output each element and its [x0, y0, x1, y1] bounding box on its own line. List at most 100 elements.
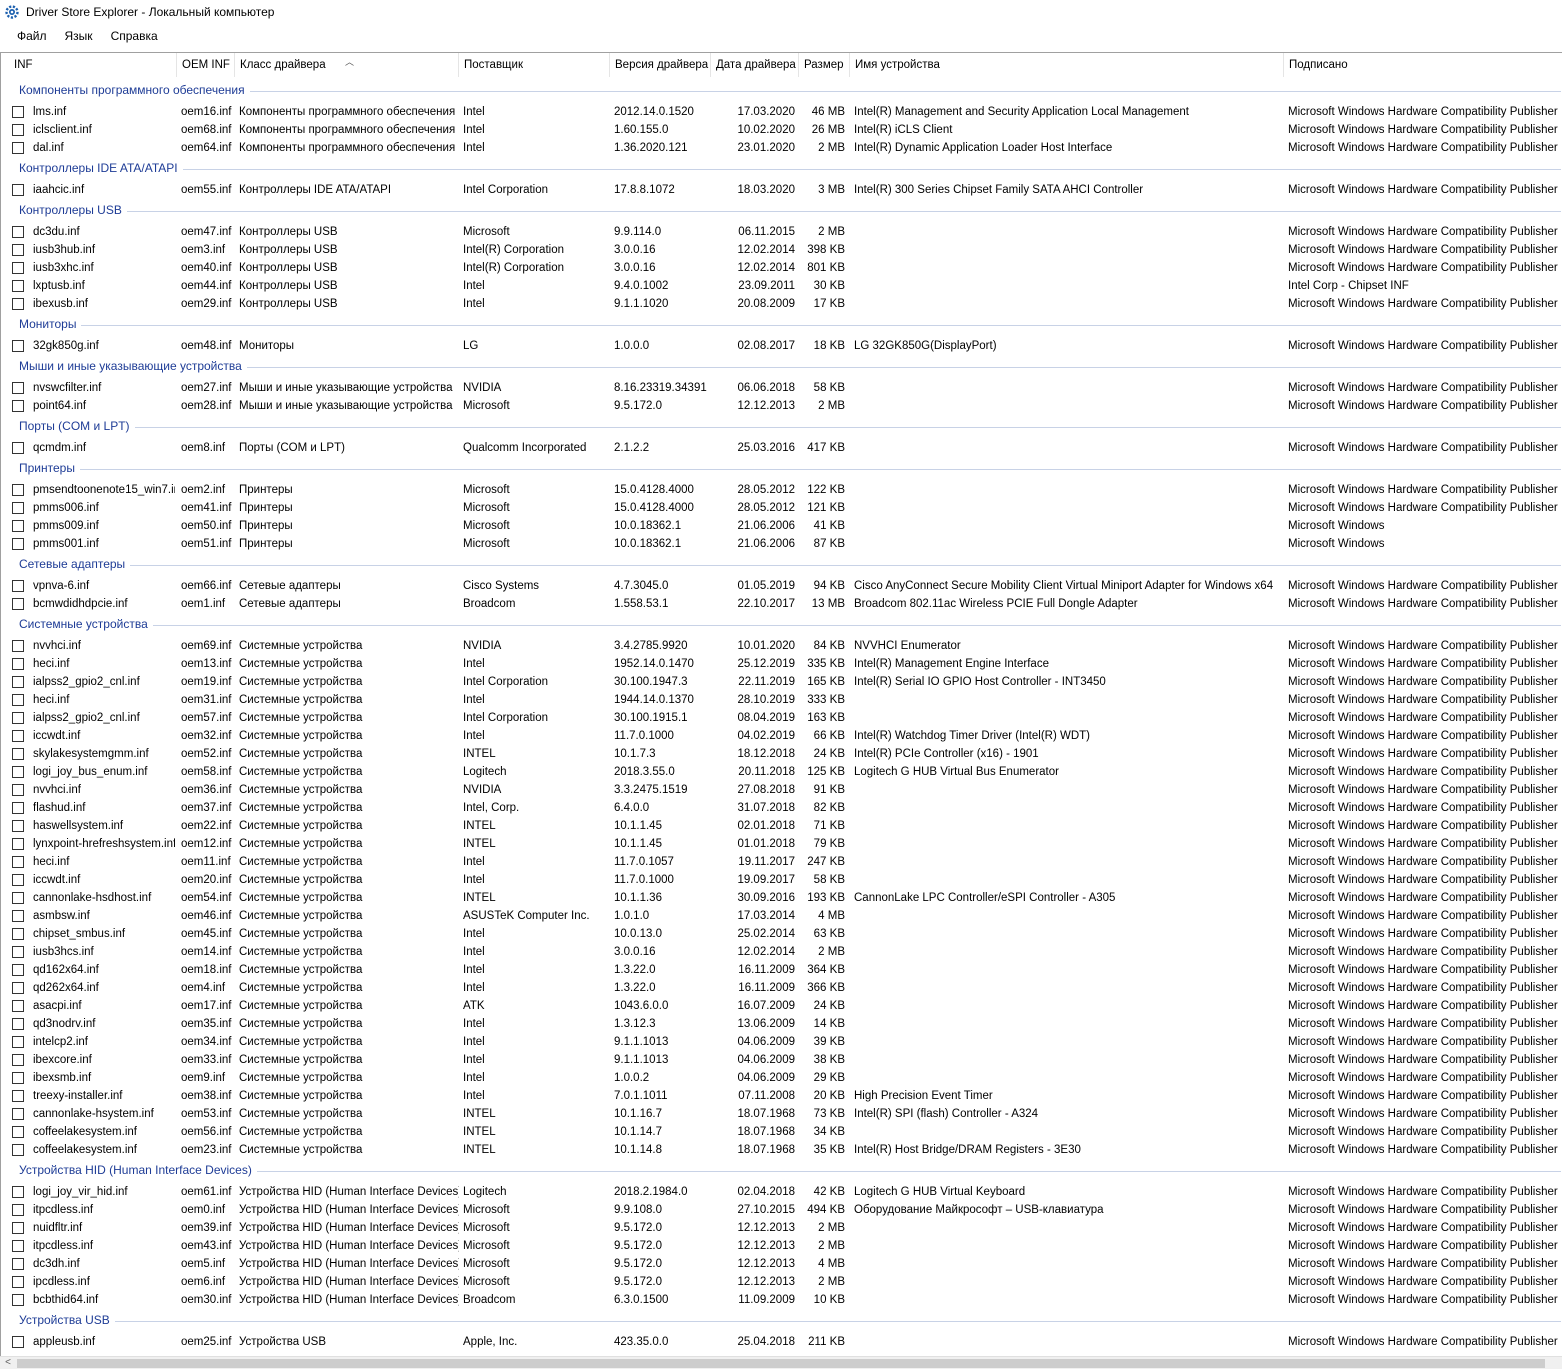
row-checkbox[interactable]	[12, 1222, 24, 1234]
row-checkbox[interactable]	[12, 1294, 24, 1306]
row-checkbox[interactable]	[12, 1072, 24, 1084]
row-checkbox[interactable]	[12, 382, 24, 394]
row-checkbox[interactable]	[12, 766, 24, 778]
row-checkbox[interactable]	[12, 838, 24, 850]
row-checkbox[interactable]	[12, 1186, 24, 1198]
table-row[interactable]: flashud.inf oem37.inf Системные устройства…	[1, 799, 1562, 817]
table-row[interactable]: bcbthid64.inf oem30.inf Устройства HID (Hu…	[1, 1291, 1562, 1309]
table-row[interactable]: chipset_smbus.inf oem45.inf Системные устр…	[1, 925, 1562, 943]
table-row[interactable]: nuidfltr.inf oem39.inf Устройства HID (Hum…	[1, 1219, 1562, 1237]
column-header-date[interactable]: Дата драйвера	[711, 53, 799, 77]
table-row[interactable]: cannonlake-hsystem.inf oem53.inf Системные…	[1, 1105, 1562, 1123]
table-row[interactable]: lms.inf oem16.inf Компоненты программного …	[1, 103, 1562, 121]
row-checkbox[interactable]	[12, 520, 24, 532]
table-row[interactable]: ibexsmb.inf oem9.inf Системные устройства I…	[1, 1069, 1562, 1087]
group-header[interactable]: Мониторы	[1, 313, 1562, 337]
group-header[interactable]: Мыши и иные указывающие устройства	[1, 355, 1562, 379]
group-header[interactable]: Системные устройства	[1, 613, 1562, 637]
table-row[interactable]: dc3dh.inf oem5.inf Устройства HID (Human I…	[1, 1255, 1562, 1273]
table-row[interactable]: ibexusb.inf oem29.inf Контроллеры USB Intel…	[1, 295, 1562, 313]
row-checkbox[interactable]	[12, 184, 24, 196]
group-header[interactable]: Компоненты программного обеспечения	[1, 79, 1562, 103]
row-checkbox[interactable]	[12, 442, 24, 454]
table-row[interactable]: haswellsystem.inf oem22.inf Системные устр…	[1, 817, 1562, 835]
table-row[interactable]: itpcdless.inf oem0.inf Устройства HID (Hum…	[1, 1201, 1562, 1219]
table-row[interactable]: ibexcore.inf oem33.inf Системные устройств…	[1, 1051, 1562, 1069]
row-checkbox[interactable]	[12, 1240, 24, 1252]
table-row[interactable]: lxptusb.inf oem44.inf Контроллеры USB Intel…	[1, 277, 1562, 295]
row-checkbox[interactable]	[12, 244, 24, 256]
column-header-provider[interactable]: Поставщик	[459, 53, 610, 77]
table-row[interactable]: ipcdless.inf oem6.inf Устройства HID (Huma…	[1, 1273, 1562, 1291]
row-checkbox[interactable]	[12, 982, 24, 994]
table-row[interactable]: heci.inf oem11.inf Системные устройства Int…	[1, 853, 1562, 871]
row-checkbox[interactable]	[12, 748, 24, 760]
group-header[interactable]: Контроллеры IDE ATA/ATAPI	[1, 157, 1562, 181]
table-row[interactable]: intelcp2.inf oem34.inf Системные устройств…	[1, 1033, 1562, 1051]
row-checkbox[interactable]	[12, 1090, 24, 1102]
column-header-inf[interactable]: INF	[9, 53, 177, 77]
group-header[interactable]: Сетевые адаптеры	[1, 553, 1562, 577]
row-checkbox[interactable]	[12, 280, 24, 292]
table-row[interactable]: nvvhci.inf oem69.inf Системные устройства N…	[1, 637, 1562, 655]
table-row[interactable]: pmsendtoonenote15_win7.inf oem2.inf Принте…	[1, 481, 1562, 499]
table-row[interactable]: nvswcfilter.inf oem27.inf Мыши и иные указ…	[1, 379, 1562, 397]
menu-language[interactable]: Язык	[56, 29, 102, 43]
table-row[interactable]: lynxpoint-hrefreshsystem.inf oem12.inf Сис…	[1, 835, 1562, 853]
column-header-version[interactable]: Версия драйвера	[610, 53, 711, 77]
row-checkbox[interactable]	[12, 1108, 24, 1120]
driver-list[interactable]: INF OEM INF Класс драйвера Поставщик Вер…	[0, 52, 1562, 1356]
group-header[interactable]: Принтеры	[1, 457, 1562, 481]
column-header-signer[interactable]: Подписано	[1284, 53, 1562, 77]
row-checkbox[interactable]	[12, 1126, 24, 1138]
row-checkbox[interactable]	[12, 106, 24, 118]
table-row[interactable]: iusb3hub.inf oem3.inf Контроллеры USB Intel…	[1, 241, 1562, 259]
table-row[interactable]: dc3du.inf oem47.inf Контроллеры USB Microso…	[1, 223, 1562, 241]
row-checkbox[interactable]	[12, 964, 24, 976]
table-row[interactable]: iaahcic.inf oem55.inf Контроллеры IDE ATA/…	[1, 181, 1562, 199]
table-row[interactable]: heci.inf oem13.inf Системные устройства Int…	[1, 655, 1562, 673]
table-row[interactable]: iusb3hcs.inf oem14.inf Системные устройств…	[1, 943, 1562, 961]
table-row[interactable]: iccwdt.inf oem32.inf Системные устройства I…	[1, 727, 1562, 745]
row-checkbox[interactable]	[12, 784, 24, 796]
row-checkbox[interactable]	[12, 820, 24, 832]
row-checkbox[interactable]	[12, 892, 24, 904]
row-checkbox[interactable]	[12, 694, 24, 706]
table-row[interactable]: iclsclient.inf oem68.inf Компоненты програ…	[1, 121, 1562, 139]
table-row[interactable]: point64.inf oem28.inf Мыши и иные указываю…	[1, 397, 1562, 415]
column-header-oem-inf[interactable]: OEM INF	[177, 53, 235, 77]
row-checkbox[interactable]	[12, 730, 24, 742]
table-row[interactable]: pmms001.inf oem51.inf Принтеры Microsoft 10.…	[1, 535, 1562, 553]
row-checkbox[interactable]	[12, 580, 24, 592]
row-checkbox[interactable]	[12, 598, 24, 610]
row-checkbox[interactable]	[12, 538, 24, 550]
row-checkbox[interactable]	[12, 658, 24, 670]
row-checkbox[interactable]	[12, 712, 24, 724]
table-row[interactable]: asmbsw.inf oem46.inf Системные устройства A…	[1, 907, 1562, 925]
row-checkbox[interactable]	[12, 484, 24, 496]
row-checkbox[interactable]	[12, 1276, 24, 1288]
table-row[interactable]: qcmdm.inf oem8.inf Порты (COM и LPT) Qualco…	[1, 439, 1562, 457]
menu-file[interactable]: Файл	[8, 29, 56, 43]
row-checkbox[interactable]	[12, 298, 24, 310]
table-row[interactable]: ialpss2_gpio2_cnl.inf oem57.inf Системные …	[1, 709, 1562, 727]
row-checkbox[interactable]	[12, 928, 24, 940]
row-checkbox[interactable]	[12, 262, 24, 274]
row-checkbox[interactable]	[12, 502, 24, 514]
row-checkbox[interactable]	[12, 640, 24, 652]
table-row[interactable]: qd162x64.inf oem18.inf Системные устройств…	[1, 961, 1562, 979]
table-row[interactable]: dal.inf oem64.inf Компоненты программного …	[1, 139, 1562, 157]
row-checkbox[interactable]	[12, 802, 24, 814]
table-row[interactable]: coffeelakesystem.inf oem23.inf Системные у…	[1, 1141, 1562, 1159]
row-checkbox[interactable]	[12, 124, 24, 136]
table-row[interactable]: appleusb.inf oem25.inf Устройства USB Apple…	[1, 1333, 1562, 1351]
menu-help[interactable]: Справка	[102, 29, 167, 43]
horizontal-scrollbar[interactable]: <	[0, 1356, 1562, 1369]
row-checkbox[interactable]	[12, 1018, 24, 1030]
table-row[interactable]: cannonlake-hsdhost.inf oem54.inf Системные…	[1, 889, 1562, 907]
group-header[interactable]: Порты (COM и LPT)	[1, 415, 1562, 439]
table-row[interactable]: qd3nodrv.inf oem35.inf Системные устройств…	[1, 1015, 1562, 1033]
row-checkbox[interactable]	[12, 1336, 24, 1348]
table-row[interactable]: pmms006.inf oem41.inf Принтеры Microsoft 15.…	[1, 499, 1562, 517]
row-checkbox[interactable]	[12, 1000, 24, 1012]
